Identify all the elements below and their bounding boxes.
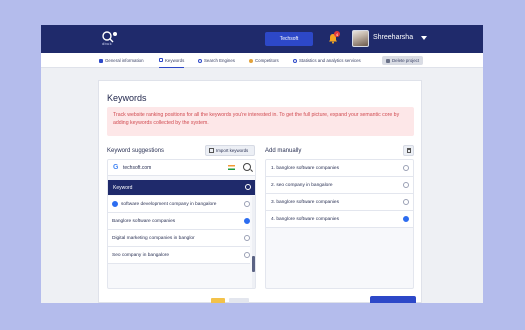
tab-label: Search Engines <box>204 58 235 63</box>
import-keywords-button[interactable]: Import keywords <box>205 145 255 156</box>
domain-value: techsoft.com <box>123 165 152 171</box>
tab-search-engines[interactable]: Search Engines <box>198 53 235 68</box>
footer-chip[interactable] <box>211 298 225 303</box>
trash-icon <box>406 148 411 153</box>
checked-radio[interactable] <box>112 201 118 207</box>
page-title: Keywords <box>107 93 147 103</box>
app-window: dbuk Techsoft 4 Shreeharsha General info… <box>41 25 483 303</box>
keyword-text: 2. seo company in bangalore <box>271 182 333 188</box>
list-item[interactable]: 3. banglore software companies <box>266 194 413 211</box>
row-radio[interactable] <box>244 201 250 207</box>
keyword-text: Seo company in bangalore <box>112 252 170 258</box>
list-item[interactable]: Seo company in bangalore <box>108 247 250 264</box>
google-icon: G <box>113 164 119 171</box>
keywords-card: Keywords Track website ranking positions… <box>98 80 422 303</box>
avatar[interactable] <box>352 30 369 47</box>
chart-icon <box>159 58 163 62</box>
keyword-header-label: Keyword <box>113 184 133 191</box>
list-item[interactable]: 1. banglore software companies <box>266 160 413 177</box>
trash-icon <box>386 58 390 63</box>
row-radio[interactable] <box>403 182 409 188</box>
info-icon <box>99 58 103 63</box>
row-radio[interactable] <box>403 199 409 205</box>
list-item[interactable]: software development company in bangalor… <box>108 196 250 213</box>
manual-title: Add manually <box>265 148 302 154</box>
row-radio[interactable] <box>403 165 409 171</box>
keyword-text: software development company in bangalor… <box>121 201 217 207</box>
list-item[interactable]: 2. seo company in bangalore <box>266 177 413 194</box>
logo-label: dbuk <box>102 41 112 46</box>
tab-statistics[interactable]: Statistics and analytics services <box>293 53 361 68</box>
tab-general-information[interactable]: General information <box>99 53 144 68</box>
list-item[interactable]: Banglore software companies <box>108 213 250 230</box>
keyword-text: Banglore software companies <box>112 218 176 224</box>
india-flag-icon[interactable] <box>228 165 235 170</box>
tab-label: Keywords <box>165 57 185 63</box>
list-item[interactable]: 4. banglore software companies <box>266 211 413 228</box>
info-alert: Track website ranking positions for all … <box>107 107 414 136</box>
keyword-text: 3. banglore software companies <box>271 199 339 205</box>
suggestions-title: Keyword suggestions <box>107 148 165 154</box>
search-icon[interactable] <box>243 163 251 171</box>
tab-label: General information <box>105 58 144 63</box>
logo[interactable]: dbuk <box>101 30 121 48</box>
row-radio[interactable] <box>244 218 250 224</box>
tab-keywords[interactable]: Keywords <box>159 53 185 68</box>
footer-chip-secondary[interactable] <box>229 298 249 303</box>
row-radio[interactable] <box>403 216 409 222</box>
domain-search-row: G techsoft.com <box>108 160 255 176</box>
tab-label: Competitors <box>255 58 279 63</box>
scrollbar[interactable] <box>252 196 255 288</box>
keyword-text: Digital marketing companies in banglor <box>112 235 195 241</box>
delete-label: Delete project <box>392 58 420 63</box>
keyword-text: 4. banglore software companies <box>271 216 339 222</box>
manual-panel: 1. banglore software companies 2. seo co… <box>265 159 414 289</box>
primary-action-button[interactable] <box>370 296 416 303</box>
clear-manual-button[interactable] <box>403 145 414 156</box>
notification-badge: 4 <box>334 31 340 37</box>
keyword-text: 1. banglore software companies <box>271 165 339 171</box>
row-radio[interactable] <box>244 252 250 258</box>
chevron-down-icon[interactable] <box>421 36 427 40</box>
scrollbar-thumb[interactable] <box>252 256 255 272</box>
company-button[interactable]: Techsoft <box>265 32 313 46</box>
project-tabs: General information Keywords Search Engi… <box>41 53 483 68</box>
keyword-header-row[interactable]: Keyword <box>108 180 255 195</box>
settings-icon <box>293 58 297 63</box>
import-label: Import keywords <box>216 148 249 153</box>
username[interactable]: Shreeharsha <box>373 34 413 41</box>
suggestions-panel: G techsoft.com Keyword software developm… <box>107 159 256 289</box>
top-bar: dbuk Techsoft 4 Shreeharsha <box>41 25 483 53</box>
select-all-radio[interactable] <box>245 184 251 190</box>
delete-project-button[interactable]: Delete project <box>382 56 424 65</box>
import-icon <box>209 148 214 153</box>
list-item[interactable]: Digital marketing companies in banglor <box>108 230 250 247</box>
tab-competitors[interactable]: Competitors <box>249 53 279 68</box>
row-radio[interactable] <box>244 235 250 241</box>
tab-label: Statistics and analytics services <box>299 58 361 63</box>
competitors-icon <box>249 58 253 63</box>
search-icon <box>198 58 202 63</box>
